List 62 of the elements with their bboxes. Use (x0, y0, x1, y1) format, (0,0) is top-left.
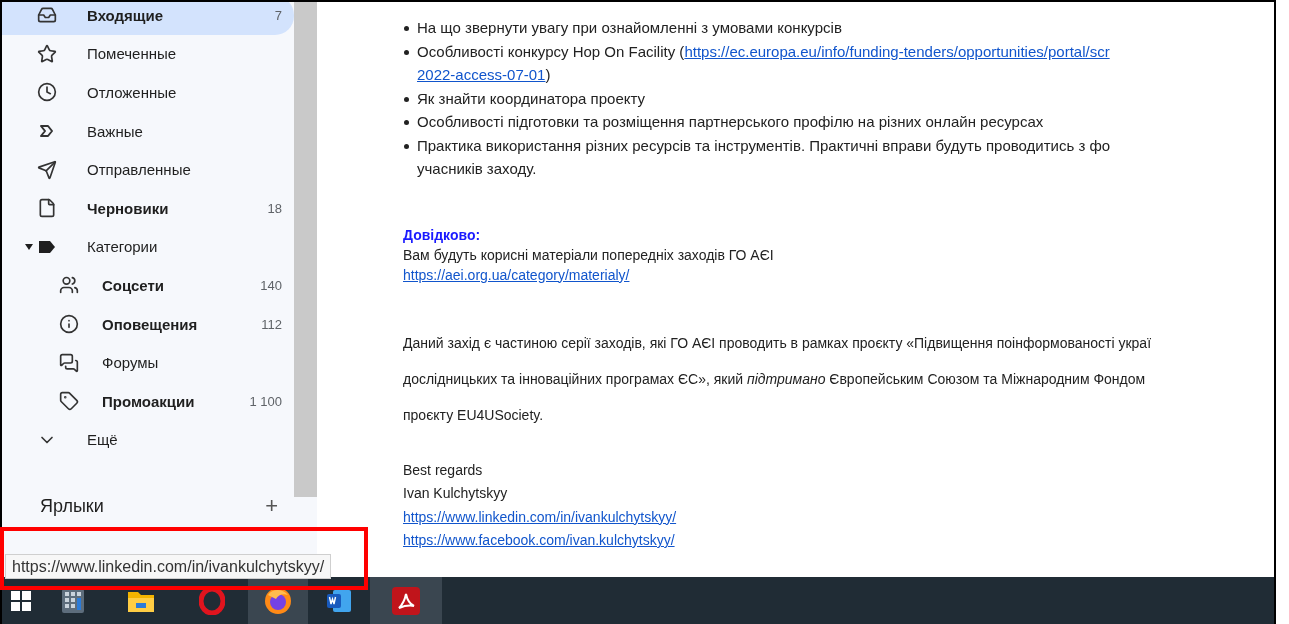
unread-count: 7 (274, 7, 282, 23)
paragraph-line: дослідницьких та інноваційних програмах ЄС», який підтримано Європейським Союзом та Міжнародним Фондом (403, 369, 1147, 389)
forum-icon (59, 352, 79, 373)
list-item-text: Практика використання різних ресурсів та інструментів. Практичні вправи будуть проводитись з фо (417, 135, 1112, 156)
inbox-icon (37, 5, 57, 26)
list-item-text: На що звернути увагу при ознайомленні з умовами конкурсів (417, 18, 843, 38)
label-icon (38, 239, 56, 254)
sidebar-item[interactable]: Важные (2, 111, 294, 151)
sidebar-item[interactable]: Входящие 7 (2, 2, 294, 35)
sidebar-item[interactable]: Промоакции 1 100 (2, 381, 294, 421)
link[interactable]: https://www.facebook.com/ivan.kulchytskyy/ (403, 529, 675, 553)
section-heading: Довідково: (403, 225, 481, 245)
star-icon (37, 43, 57, 64)
bullet-icon (404, 96, 409, 102)
sidebar-item[interactable]: Ещё (2, 420, 294, 460)
list-item-text: Як знайти координатора проекту (417, 88, 647, 109)
sidebar-item[interactable]: Отложенные (2, 73, 294, 112)
signature-text: Best regards (403, 460, 483, 480)
pdf-icon (392, 586, 420, 615)
link[interactable]: https://www.linkedin.com/in/ivankulchytskyy/ (403, 505, 677, 529)
bullet-icon (404, 26, 409, 31)
list-item-text: Особливості підготовки та розміщення партнерського профілю на різних онлайн ресурсах (417, 112, 1045, 132)
list-item-text: 2022-access-07-01) (417, 65, 552, 85)
word-icon (327, 589, 351, 612)
link[interactable]: https://aei.org.ua/category/materialy/ (403, 264, 630, 285)
list-item-text: Особливості конкурсу Hop On Facility (https://ec.europa.eu/info/funding-tenders/opportunities/portal/scr (417, 41, 1111, 62)
signature-text: Ivan Kulchytskyy (403, 484, 508, 503)
body-text: Вам будуть корисні матеріали попередніх заходів ГО АЄІ (403, 245, 774, 265)
file-icon (37, 198, 57, 219)
status-tooltip: https://www.linkedin.com/in/ivankulchytskyy/ (5, 554, 332, 579)
info-icon (59, 314, 79, 335)
unread-count: 112 (261, 316, 282, 332)
sidebar-item[interactable]: Категории (2, 227, 294, 267)
bullet-icon (404, 143, 409, 149)
calculator-icon (62, 588, 84, 613)
sidebar-item[interactable]: Форумы (2, 343, 294, 382)
scrollbar-thumb[interactable] (294, 2, 317, 497)
people-icon (59, 275, 79, 296)
bullet-icon (404, 49, 409, 55)
sidebar-item[interactable]: Помеченные (2, 34, 294, 74)
folder-icon (128, 589, 154, 612)
unread-count: 1 100 (249, 393, 282, 409)
unread-count: 18 (267, 200, 282, 216)
link[interactable]: https://ec.europa.eu/info/funding-tenders/opportunities/portal/scr (684, 42, 1110, 60)
sidebar-item[interactable]: Отправленные (2, 150, 294, 189)
add-label-button[interactable]: + (265, 495, 278, 518)
link[interactable]: 2022-access-07-01 (417, 66, 546, 83)
important-icon (39, 124, 55, 139)
caret-icon[interactable] (25, 243, 33, 250)
send-icon (37, 159, 57, 180)
paragraph-line: проєкту EU4USociety. (403, 405, 545, 425)
list-item-text: учасників заходу. (417, 159, 538, 179)
clock-icon (37, 82, 57, 103)
windows-icon (11, 590, 31, 611)
sidebar-item[interactable]: Оповещения 112 (2, 304, 294, 344)
unread-count: 140 (260, 277, 282, 293)
sidebar-item[interactable]: Черновики 18 (2, 188, 294, 228)
labels-heading: Ярлыки (40, 495, 104, 517)
tag-icon (59, 391, 79, 412)
sidebar-item[interactable]: Соцсети 140 (2, 266, 294, 305)
bullet-icon (404, 120, 409, 125)
paragraph-line: Даний захід є частиною серії заходів, які ГО АЄІ проводить в рамках проєкту «Підвищення поінформованості украї (403, 333, 1153, 353)
